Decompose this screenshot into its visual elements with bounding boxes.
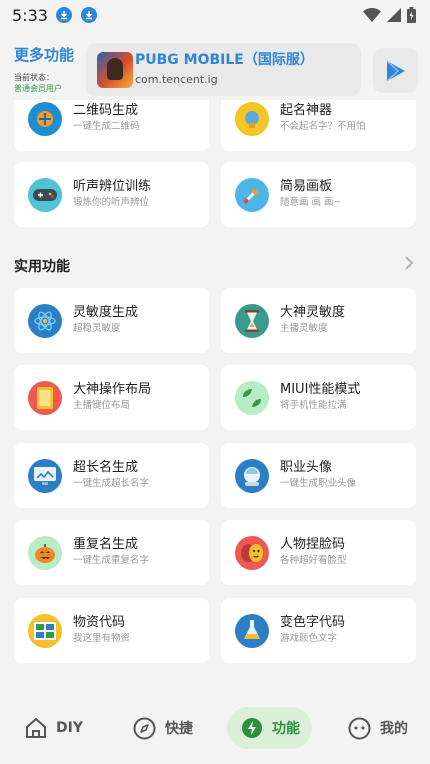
feature-card-avatar[interactable]: 职业头像 一键生成职业头像: [221, 443, 416, 508]
game-selector[interactable]: PUBG MOBILE（国际服） com.tencent.ig: [86, 43, 361, 96]
feature-subtitle: 一键生成重复名字: [73, 555, 150, 566]
nav-label: DIY: [56, 720, 83, 736]
header: 更多功能 当前状态： 普通会员用户 PUBG MOBILE（国际服） com.t…: [0, 38, 430, 100]
pumpkin-icon: [28, 536, 62, 570]
feature-title: 起名神器: [280, 103, 333, 118]
astronaut-icon: [235, 459, 269, 493]
feature-card[interactable]: 起名神器 不会起名字？不用怕: [221, 100, 416, 151]
status-label: 当前状态：: [14, 73, 54, 82]
game-name: PUBG MOBILE（国际服）: [135, 52, 314, 68]
feature-title: 简易画板: [280, 179, 333, 194]
signal-icon: [387, 8, 401, 22]
nav-item-mine[interactable]: 我的: [348, 707, 408, 749]
feature-card-pro-sensitivity[interactable]: 大神灵敏度 主播灵敏度: [221, 288, 416, 353]
layout-icon: [28, 381, 62, 415]
gamepad-icon: [28, 178, 62, 212]
feature-subtitle: 各种超好看脸型: [280, 555, 347, 566]
feature-title: 灵敏度生成: [73, 305, 139, 320]
feature-title: 职业头像: [280, 460, 333, 475]
feature-card[interactable]: 简易画板 随意画 画 画~: [221, 162, 416, 227]
feature-card-long-name[interactable]: 超长名生成 一键生成超长名字: [14, 443, 209, 508]
feature-title: 变色字代码: [280, 615, 346, 630]
feature-subtitle: 将手机性能拉满: [280, 400, 347, 411]
bolt-icon: [242, 718, 262, 738]
page-title: 更多功能: [14, 46, 75, 64]
feature-card-items-code[interactable]: 物资代码 我这里有物资: [14, 598, 209, 663]
feature-subtitle: 超稳灵敏度: [73, 323, 121, 334]
user-type: 普通会员用户: [14, 84, 62, 93]
feature-card-sensitivity[interactable]: 灵敏度生成 超稳灵敏度: [14, 288, 209, 353]
feature-title: MIUI性能模式: [280, 382, 361, 397]
feature-subtitle: 一键生成超长名字: [73, 478, 150, 489]
feature-card[interactable]: 二维码生成 一键生成二维码: [14, 100, 209, 151]
feature-title: 大神操作布局: [73, 382, 152, 397]
nav-label: 我的: [380, 721, 408, 737]
feature-title: 重复名生成: [73, 537, 139, 552]
feature-subtitle: 主播灵敏度: [280, 323, 328, 334]
feature-title: 人物捏脸码: [280, 537, 346, 552]
feature-card-layout[interactable]: 大神操作布局 主播键位布局: [14, 365, 209, 430]
leaf-icon: [235, 381, 269, 415]
atom-icon: [28, 304, 62, 338]
feature-subtitle: 不会起名字？不用怕: [280, 121, 366, 132]
status-time: 5:33: [12, 5, 48, 25]
feature-title: 物资代码: [73, 615, 126, 630]
home-icon: [26, 718, 46, 738]
feature-card[interactable]: 听声辨位训练 锻炼你的听声辨位: [14, 162, 209, 227]
feature-title: 听声辨位训练: [73, 179, 152, 194]
paint-icon: [235, 178, 269, 212]
feature-subtitle: 一键生成二维码: [73, 121, 140, 132]
feature-card-miui[interactable]: MIUI性能模式 将手机性能拉满: [221, 365, 416, 430]
compass-icon: [133, 717, 156, 739]
feature-subtitle: 一键生成职业头像: [280, 478, 357, 489]
feature-card-color-text[interactable]: 变色字代码 游戏颜色文字: [221, 598, 416, 663]
game-package: com.tencent.ig: [135, 73, 218, 86]
status-bar: 5:33: [0, 0, 430, 30]
name-icon: [235, 102, 269, 136]
nav-item-shortcut[interactable]: 快捷: [133, 707, 193, 749]
play-icon: [386, 59, 405, 82]
feature-card-face-code[interactable]: 人物捏脸码 各种超好看脸型: [221, 520, 416, 585]
wifi-icon: [363, 8, 381, 22]
feature-subtitle: 我这里有物资: [73, 633, 131, 644]
feature-title: 超长名生成: [73, 460, 139, 475]
bottom-nav: DIY 快捷 功能 我的: [0, 692, 430, 764]
nav-label: 功能: [272, 721, 300, 737]
game-icon: [97, 51, 133, 88]
qrcode-icon: [28, 102, 62, 136]
nav-label: 快捷: [165, 721, 193, 737]
section-title: 实用功能: [14, 259, 70, 275]
battery-icon: [407, 7, 416, 23]
monitor-icon: [28, 459, 62, 493]
feature-subtitle: 主播键位布局: [73, 400, 131, 411]
feature-title: 二维码生成: [73, 103, 139, 118]
mask-icon: [235, 536, 269, 570]
feature-list[interactable]: 二维码生成 一键生成二维码 起名神器 不会起名字？不用怕 听声辨位训练 锻炼你的…: [0, 100, 430, 692]
chevron-right-icon[interactable]: [402, 255, 416, 271]
grid-icon: [28, 614, 62, 648]
feature-subtitle: 锻炼你的听声辨位: [73, 197, 150, 208]
feature-card-repeat-name[interactable]: 重复名生成 一键生成重复名字: [14, 520, 209, 585]
nav-item-features[interactable]: 功能: [227, 707, 312, 749]
download-icon: [80, 7, 97, 23]
feature-subtitle: 随意画 画 画~: [280, 197, 342, 208]
hourglass-icon: [235, 304, 269, 338]
feature-title: 大神灵敏度: [280, 305, 346, 320]
nav-item-diy[interactable]: DIY: [25, 707, 83, 749]
feature-subtitle: 游戏颜色文字: [280, 633, 338, 644]
flask-icon: [235, 614, 269, 648]
download-icon: [55, 7, 72, 23]
face-icon: [348, 717, 371, 739]
launch-game-button[interactable]: [373, 48, 418, 93]
